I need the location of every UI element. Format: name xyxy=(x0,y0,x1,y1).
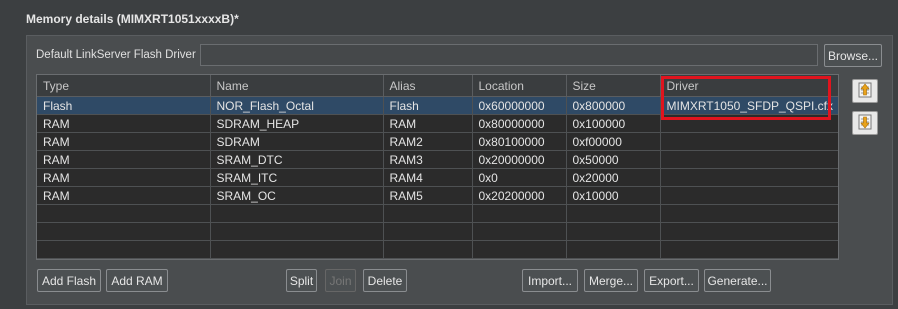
empty-cell xyxy=(37,222,211,241)
cell-size[interactable]: 0xf00000 xyxy=(566,132,661,151)
empty-cell xyxy=(566,240,661,259)
import-button[interactable]: Import... xyxy=(522,269,578,292)
cell-size[interactable]: 0x100000 xyxy=(566,114,661,133)
empty-cell xyxy=(210,222,384,241)
table-row[interactable]: RAM SRAM_OC RAM5 0x20200000 0x10000 xyxy=(37,186,838,205)
cell-location[interactable]: 0x20000000 xyxy=(472,150,567,169)
cell-name[interactable]: SDRAM_HEAP xyxy=(210,114,384,133)
flash-driver-label: Default LinkServer Flash Driver xyxy=(36,49,196,61)
cell-location[interactable]: 0x60000000 xyxy=(472,96,567,115)
empty-cell xyxy=(383,258,473,259)
browse-button[interactable]: Browse... xyxy=(824,44,882,67)
column-header-size[interactable]: Size xyxy=(566,75,661,97)
cell-type[interactable]: RAM xyxy=(37,186,211,205)
cell-alias[interactable]: RAM2 xyxy=(383,132,473,151)
join-button[interactable]: Join xyxy=(325,269,356,292)
table-row[interactable]: RAM SRAM_ITC RAM4 0x0 0x20000 xyxy=(37,168,838,187)
empty-cell xyxy=(210,258,384,259)
cell-name[interactable]: NOR_Flash_Octal xyxy=(210,96,384,115)
column-header-type[interactable]: Type xyxy=(37,75,211,97)
flash-driver-field[interactable] xyxy=(200,44,818,66)
move-up-button[interactable] xyxy=(852,79,878,103)
cell-name[interactable]: SRAM_OC xyxy=(210,186,384,205)
column-header-alias[interactable]: Alias xyxy=(383,75,473,97)
cell-name[interactable]: SDRAM xyxy=(210,132,384,151)
cell-size[interactable]: 0x800000 xyxy=(566,96,661,115)
empty-cell xyxy=(566,204,661,223)
table-row[interactable]: RAM SRAM_DTC RAM3 0x20000000 0x50000 xyxy=(37,150,838,169)
cell-driver[interactable] xyxy=(660,168,838,187)
cell-location[interactable]: 0x0 xyxy=(472,168,567,187)
empty-cell xyxy=(566,258,661,259)
cell-type[interactable]: RAM xyxy=(37,150,211,169)
empty-cell xyxy=(37,240,211,259)
add-flash-button[interactable]: Add Flash xyxy=(37,269,101,292)
empty-cell xyxy=(383,240,473,259)
add-ram-button[interactable]: Add RAM xyxy=(106,269,168,292)
cell-alias[interactable]: RAM xyxy=(383,114,473,133)
cell-type[interactable]: RAM xyxy=(37,168,211,187)
cell-type[interactable]: RAM xyxy=(37,114,211,133)
cell-location[interactable]: 0x20200000 xyxy=(472,186,567,205)
driver-highlight-box xyxy=(661,76,831,120)
cell-alias[interactable]: RAM5 xyxy=(383,186,473,205)
empty-cell xyxy=(472,204,567,223)
column-header-name[interactable]: Name xyxy=(210,75,384,97)
generate-button[interactable]: Generate... xyxy=(704,269,771,292)
move-down-button[interactable] xyxy=(852,111,878,135)
export-button[interactable]: Export... xyxy=(644,269,699,292)
empty-cell xyxy=(472,258,567,259)
cell-type[interactable]: RAM xyxy=(37,132,211,151)
cell-name[interactable]: SRAM_DTC xyxy=(210,150,384,169)
section-title: Memory details (MIMXRT1051xxxxB)* xyxy=(26,12,239,26)
empty-cell xyxy=(210,240,384,259)
cell-type[interactable]: Flash xyxy=(37,96,211,115)
column-header-location[interactable]: Location xyxy=(472,75,567,97)
split-button[interactable]: Split xyxy=(286,269,317,292)
cell-location[interactable]: 0x80100000 xyxy=(472,132,567,151)
empty-cell xyxy=(383,204,473,223)
cell-driver[interactable] xyxy=(660,150,838,169)
move-down-icon xyxy=(856,113,874,134)
empty-cell xyxy=(37,258,211,259)
cell-alias[interactable]: RAM4 xyxy=(383,168,473,187)
table-row[interactable]: RAM SDRAM RAM2 0x80100000 0xf00000 xyxy=(37,132,838,151)
empty-cell xyxy=(660,240,838,259)
empty-cell xyxy=(383,222,473,241)
delete-button[interactable]: Delete xyxy=(363,269,407,292)
empty-cell xyxy=(660,258,838,259)
empty-table-row xyxy=(37,222,838,241)
empty-table-row xyxy=(37,204,838,223)
cell-alias[interactable]: Flash xyxy=(383,96,473,115)
cell-location[interactable]: 0x80000000 xyxy=(472,114,567,133)
empty-cell xyxy=(472,240,567,259)
cell-size[interactable]: 0x50000 xyxy=(566,150,661,169)
cell-size[interactable]: 0x20000 xyxy=(566,168,661,187)
empty-cell xyxy=(210,204,384,223)
cell-driver[interactable] xyxy=(660,186,838,205)
cell-driver[interactable] xyxy=(660,132,838,151)
empty-cell xyxy=(37,204,211,223)
empty-cell xyxy=(566,222,661,241)
cell-alias[interactable]: RAM3 xyxy=(383,150,473,169)
empty-cell xyxy=(660,204,838,223)
empty-cell xyxy=(472,222,567,241)
move-up-icon xyxy=(856,81,874,102)
empty-table-row xyxy=(37,258,838,259)
merge-button[interactable]: Merge... xyxy=(584,269,638,292)
empty-table-row xyxy=(37,240,838,259)
cell-size[interactable]: 0x10000 xyxy=(566,186,661,205)
cell-name[interactable]: SRAM_ITC xyxy=(210,168,384,187)
empty-cell xyxy=(660,222,838,241)
